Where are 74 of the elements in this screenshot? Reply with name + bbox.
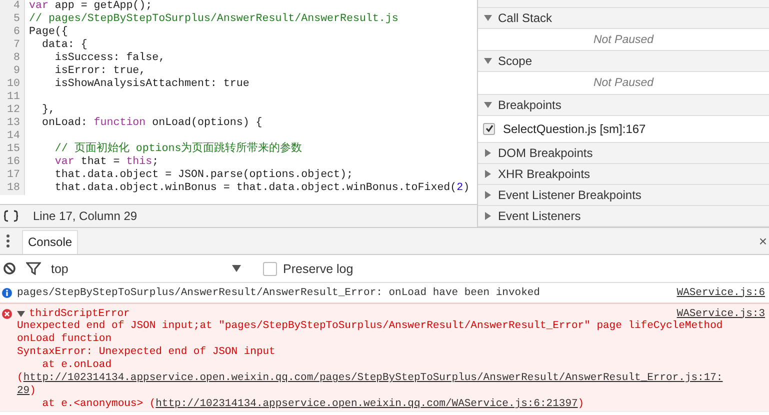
section-header[interactable]: Breakpoints [478, 94, 769, 116]
code-line: that.data.object = JSON.parse(options.object); [54, 169, 353, 182]
line-number: 9 [0, 65, 25, 78]
error-text: ( [17, 372, 24, 384]
preserve-log-label[interactable]: Preserve log [283, 262, 354, 276]
error-icon [2, 308, 12, 318]
line-number: 12 [0, 104, 25, 117]
line-number: 10 [0, 78, 25, 91]
code-line: var app = getApp(); [28, 0, 152, 13]
filter-icon[interactable] [26, 262, 41, 275]
section-header[interactable]: Call Stack [478, 8, 769, 29]
triangle-down-icon [484, 100, 492, 109]
log-message: pages/StepByStepToSurplus/AnswerResult/AnswerResult_Error: onLoad have been invoked [17, 286, 541, 298]
error-text: onLoad function [17, 333, 112, 345]
line-number: 18 [0, 182, 25, 195]
section-header[interactable]: Event Listener Breakpoints [478, 184, 769, 206]
code-line: that.data.object.winBonus = that.data.object.winBonus.toFixed(2) [54, 182, 470, 195]
not-paused-note: Not Paused [593, 77, 654, 90]
line-number: 13 [0, 117, 25, 130]
triangle-right-icon [484, 190, 492, 199]
code-line: // pages/StepByStepToSurplus/AnswerResult/AnswerResult.js [28, 13, 398, 26]
line-number: 17 [0, 169, 25, 182]
section-header[interactable]: Scope [478, 51, 769, 72]
line-number: 16 [0, 156, 25, 169]
code-line: isShowAnalysisAttachment: true [54, 78, 250, 91]
code-line: // 页面初始化 options为页面跳转所带来的参数 [54, 143, 302, 156]
error-text: SyntaxError: Unexpected end of JSON input [17, 346, 276, 358]
line-number: 15 [0, 143, 25, 156]
checkbox[interactable] [483, 122, 495, 135]
triangle-right-icon [484, 148, 492, 157]
source-link[interactable]: WAService.js:3 [676, 308, 769, 320]
code-line: }, [40, 104, 55, 117]
triangle-down-icon[interactable] [17, 310, 25, 318]
clear-icon[interactable] [3, 262, 16, 275]
braces-icon[interactable] [3, 210, 19, 222]
context-dropdown[interactable]: top [51, 262, 253, 276]
line-number: 11 [0, 91, 25, 104]
triangle-down-icon [484, 57, 492, 66]
line-number: 6 [0, 26, 25, 39]
error-text: Unexpected end of JSON input;at "pages/StepByStepToSurplus/AnswerResult/AnswerResult_Error" page lifeCycleMethod [17, 320, 723, 332]
checkbox[interactable] [263, 262, 277, 276]
line-number: 5 [0, 13, 25, 26]
code-line: isSuccess: false, [54, 52, 166, 65]
dropdown-arrow-icon [232, 265, 241, 272]
not-paused-note: Not Paused [593, 34, 654, 46]
error-text: ) [30, 385, 36, 397]
section-header[interactable]: Event Listeners [478, 206, 769, 227]
triangle-right-icon [484, 212, 492, 220]
line-number: 4 [0, 0, 25, 13]
close-button[interactable]: × [758, 233, 769, 249]
triangle-right-icon [484, 170, 492, 178]
source-link[interactable]: WAService.js:6 [676, 286, 769, 298]
code-line: isError: true, [54, 65, 146, 78]
stack-link[interactable]: http://102314134.appservice.open.weixin.qq.com/pages/StepByStepToSurplus/AnswerResult/AnswerResult_Error.js:17: [23, 372, 723, 384]
code-line: data: { [40, 39, 88, 52]
error-title: thirdScriptError [29, 308, 131, 320]
code-line: Page({ [28, 26, 68, 39]
section-header[interactable]: DOM Breakpoints [478, 142, 769, 164]
code-line: onLoad: function onLoad(options) { [40, 117, 262, 130]
cursor-position: Line 17, Column 29 [33, 209, 138, 223]
line-number: 7 [0, 39, 25, 52]
error-text: ) [578, 398, 584, 410]
stack-link[interactable]: 29 [17, 385, 30, 397]
error-text: at e.<anonymous> ( [41, 398, 156, 410]
breakpoint-label[interactable]: SelectQuestion.js [sm]:167 [503, 122, 646, 136]
section-header[interactable]: XHR Breakpoints [478, 164, 769, 185]
line-number: 14 [0, 130, 25, 143]
more-icon[interactable] [6, 234, 10, 248]
error-text: at e.onLoad [41, 359, 112, 371]
code-line: var that = this; [54, 156, 159, 169]
stack-link[interactable]: http://102314134.appservice.open.weixin.qq.com/WAService.js:6:21397 [156, 398, 578, 410]
line-number: 8 [0, 52, 25, 65]
triangle-down-icon [484, 14, 492, 22]
console-tab[interactable]: Console [22, 230, 78, 254]
